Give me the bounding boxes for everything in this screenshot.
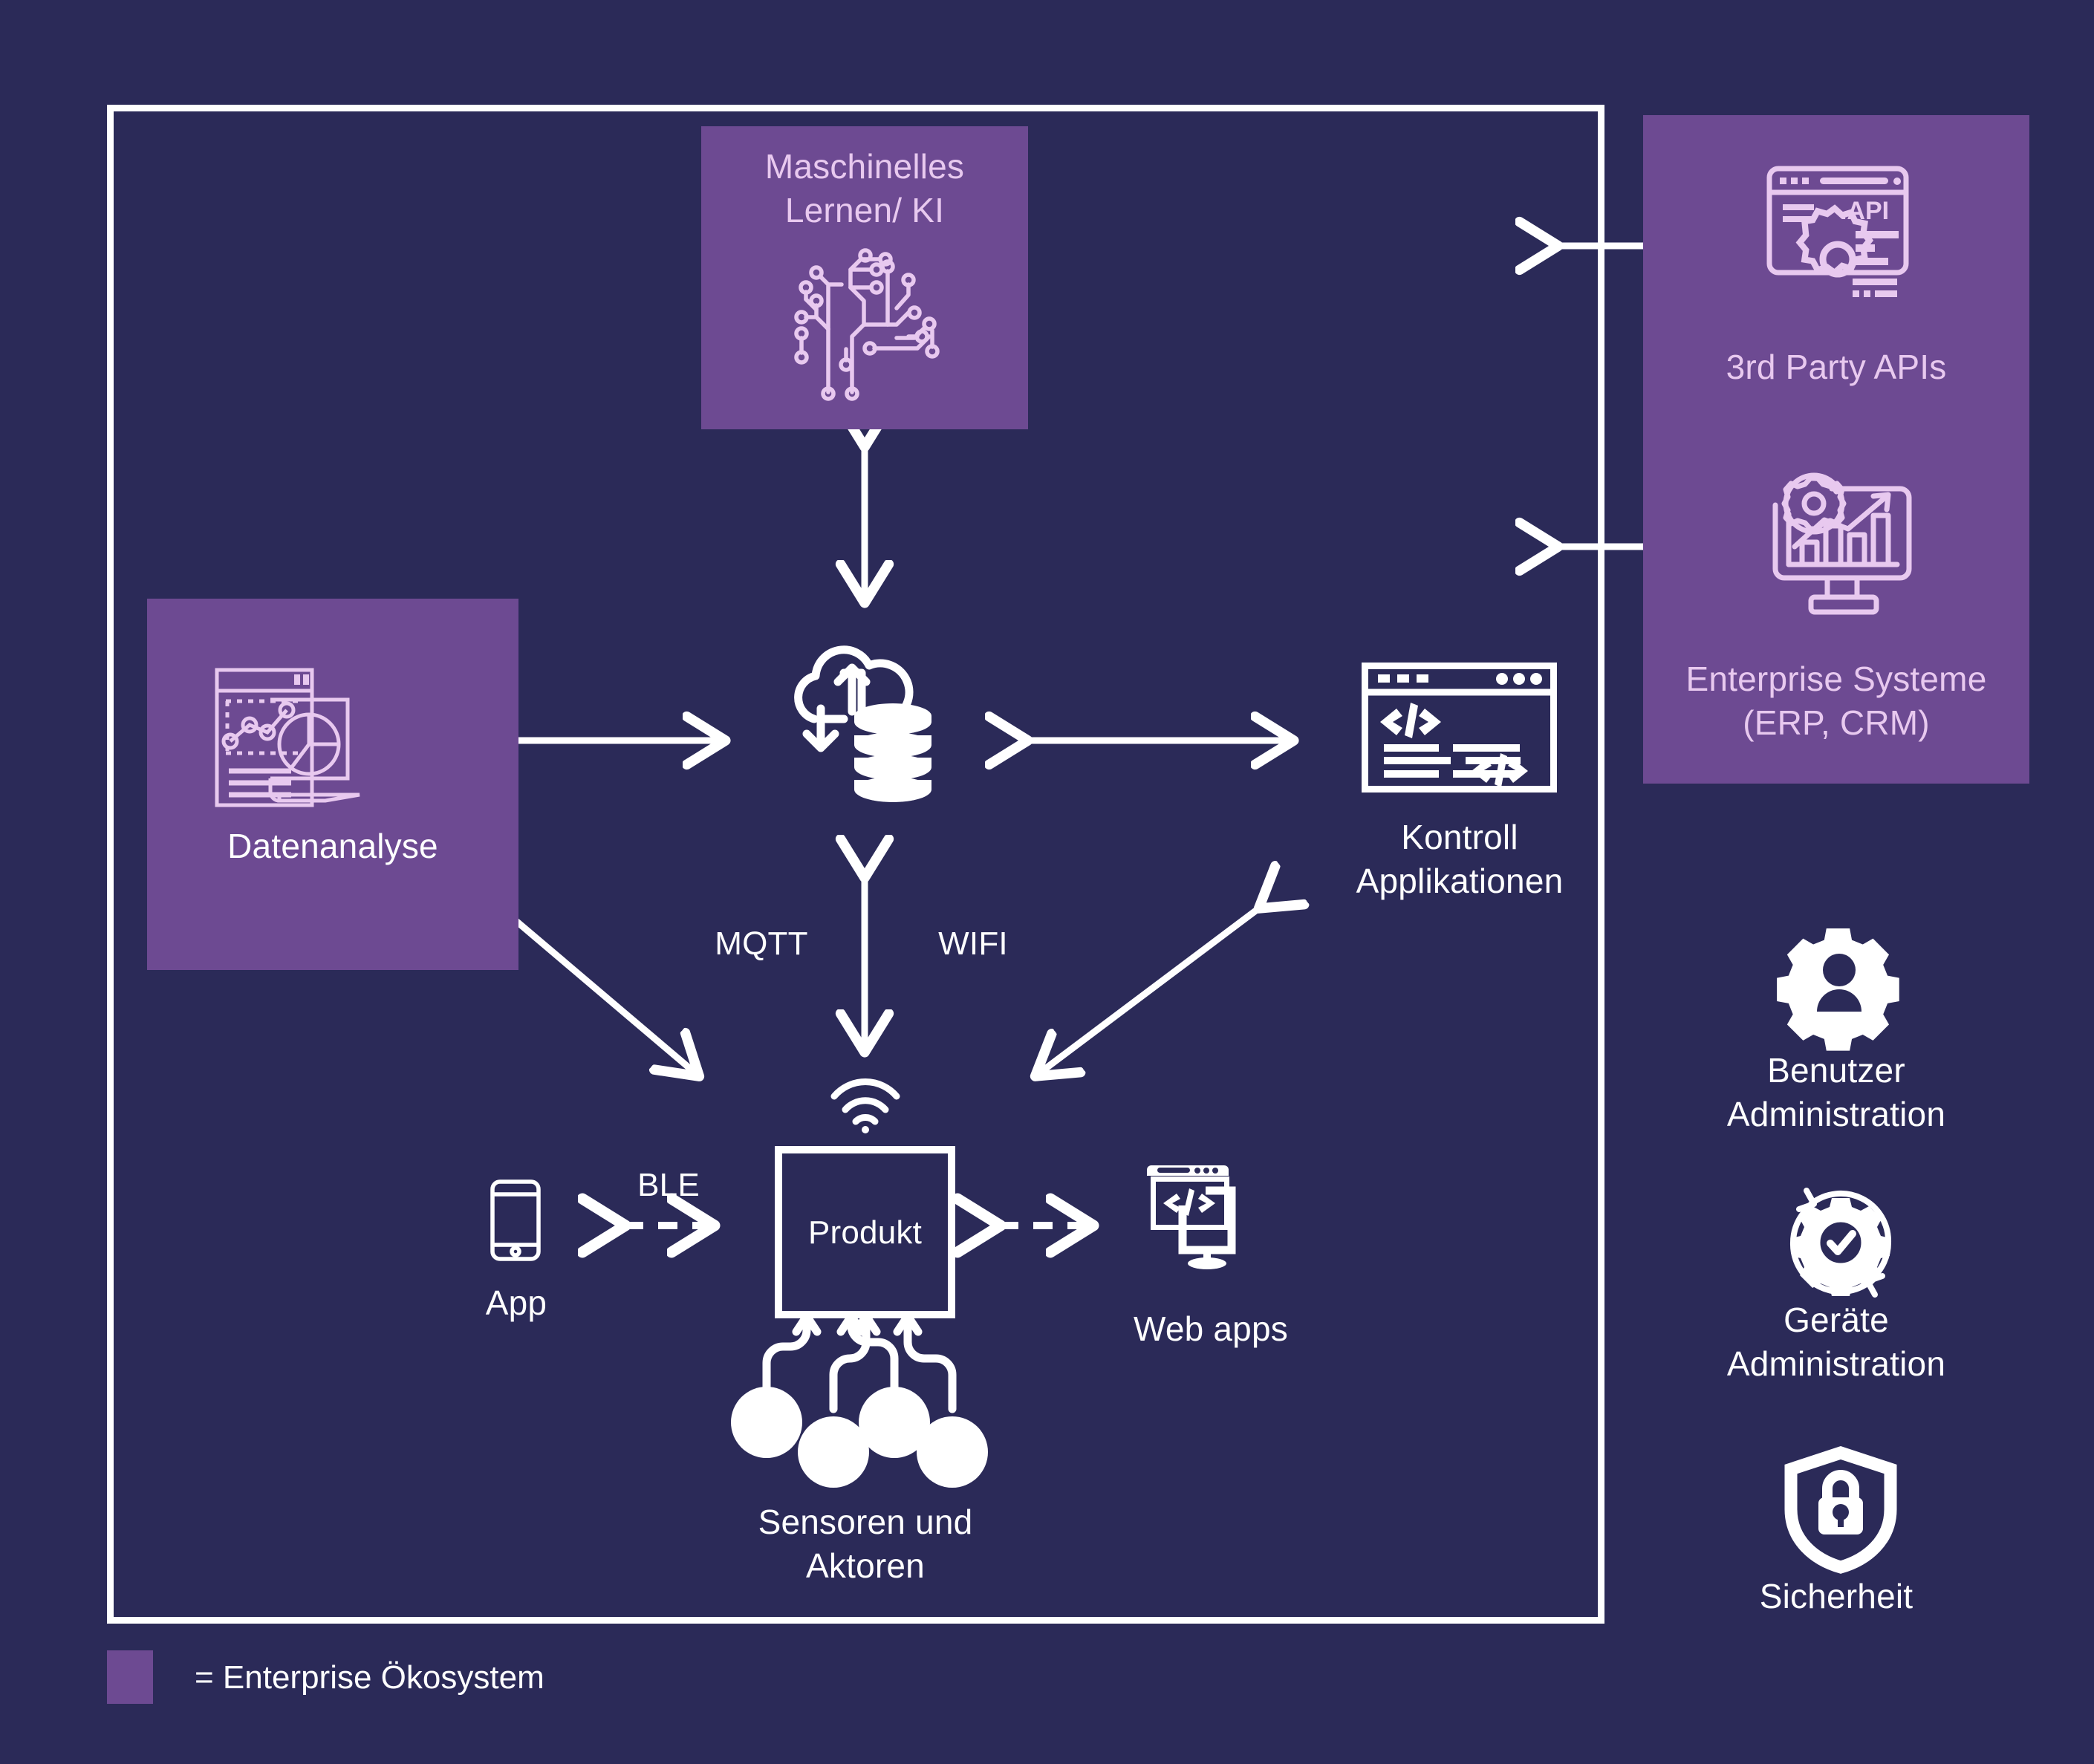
shield-lock-icon [1784, 1446, 1897, 1574]
data-analytics-label: Datenanalyse [227, 827, 438, 865]
diagram-canvas: Maschinelles Lernen/ KI Datenanalyse MQT… [0, 0, 2094, 1764]
code-window-icon [1362, 663, 1557, 793]
enterprise-systems-label: Enterprise Systeme (ERP, CRM) [1685, 660, 1987, 742]
smartphone-icon [490, 1179, 541, 1261]
circuit-brain-icon [784, 241, 947, 401]
control-apps-label: Kontroll Applikationen [1356, 818, 1564, 900]
wifi-signal-icon [828, 1077, 903, 1133]
user-gear-icon [1777, 928, 1899, 1051]
user-administration-label: Benutzer Administration [1726, 1051, 1946, 1133]
monitor-chart-gear-icon [1769, 472, 1918, 616]
mqtt-label: MQTT [715, 925, 808, 962]
app-label: App [485, 1283, 547, 1322]
cloud-database-icon [780, 637, 951, 808]
legend-color-swatch [107, 1650, 153, 1704]
api-window-gear-icon: .API [1766, 166, 1915, 299]
sensor-nodes-icon [722, 1312, 1007, 1501]
device-administration-label: Geräte Administration [1726, 1301, 1946, 1383]
gear-check-cycle-icon [1784, 1186, 1897, 1299]
monitor-code-icon [1144, 1162, 1278, 1278]
sensors-label: Sensoren und Aktoren [758, 1503, 973, 1585]
legend: = Enterprise Ökosystem [107, 1647, 627, 1707]
ble-label: BLE [637, 1167, 700, 1203]
data-analytics-dashboard-icon [214, 667, 362, 812]
legend-label: = Enterprise Ökosystem [195, 1659, 544, 1696]
security-label: Sicherheit [1759, 1577, 1913, 1615]
machine-learning-label: Maschinelles Lernen/ KI [764, 147, 965, 230]
wifi-label: WIFI [938, 925, 1008, 962]
product-label: Produkt [807, 1214, 923, 1251]
web-apps-label: Web apps [1134, 1309, 1288, 1348]
third-party-apis-label: 3rd Party APIs [1726, 348, 1947, 386]
